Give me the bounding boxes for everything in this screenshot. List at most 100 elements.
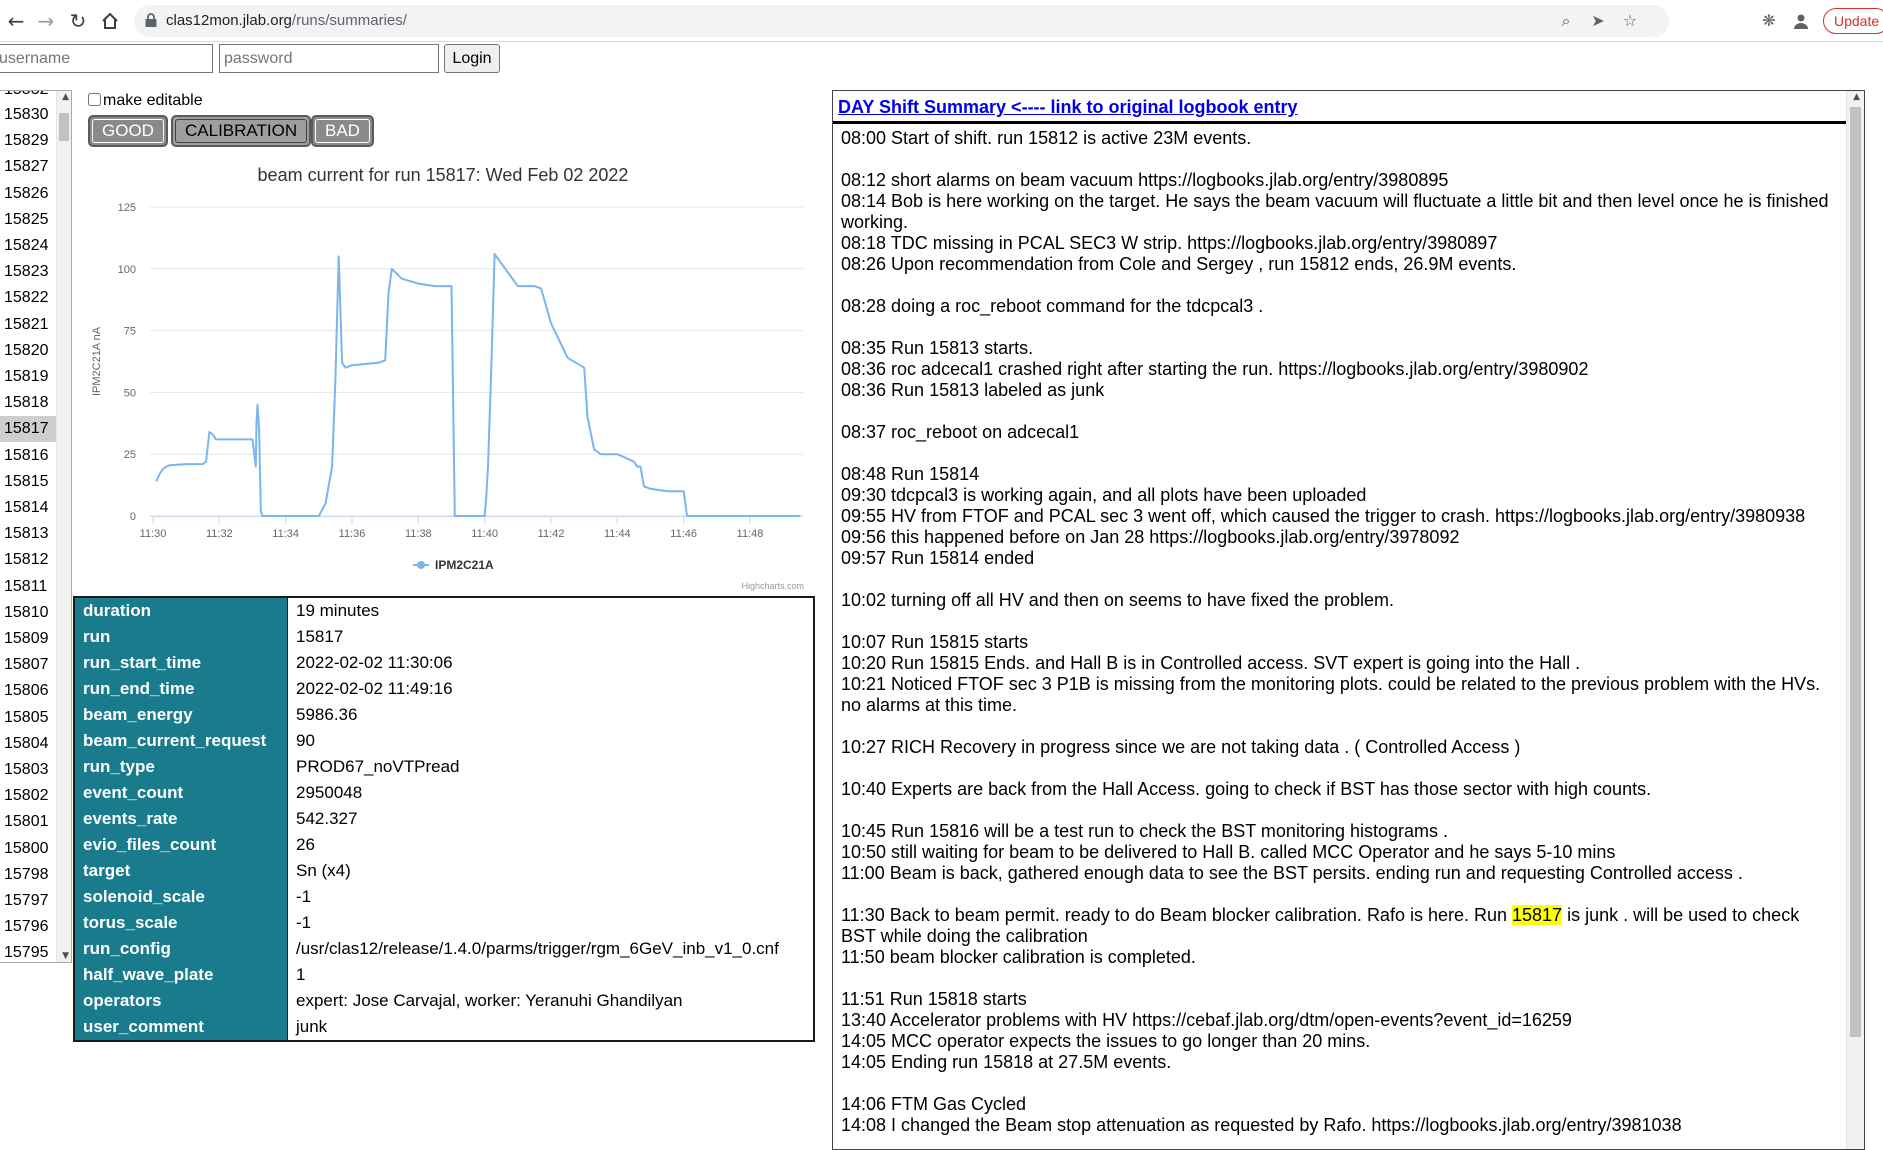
info-key: torus_scale [74,910,288,936]
scrollbar-thumb[interactable] [1850,107,1861,1037]
summary-line: 10:27 RICH Recovery in progress since we… [841,737,1521,757]
summary-paragraph: 08:28 doing a roc_reboot command for the… [841,296,1838,317]
x-tick-label: 11:32 [206,528,233,540]
username-input[interactable] [0,44,213,73]
back-icon[interactable]: ← [4,9,28,33]
summary-line: 11:00 Beam is back, gathered enough data… [841,863,1743,883]
extensions-icon[interactable]: ❋ [1758,10,1780,32]
summary-line: 08:36 Run 15813 labeled as junk [841,380,1105,400]
forward-icon[interactable]: → [34,9,58,33]
run-list-item[interactable]: 15823 [0,259,56,285]
profile-icon[interactable] [1790,10,1812,32]
run-list-item[interactable]: 15804 [0,731,56,757]
info-key: target [74,858,288,884]
summary-line: 10:07 Run 15815 starts [841,632,1029,652]
shift-summary-panel: DAY Shift Summary <---- link to original… [832,90,1865,1150]
run-list-item[interactable]: 15800 [0,836,56,862]
summary-paragraph: 10:27 RICH Recovery in progress since we… [841,737,1838,758]
logbook-entry-link[interactable]: DAY Shift Summary <---- link to original… [838,97,1298,118]
x-tick-label: 11:30 [140,528,167,540]
run-list-item[interactable]: 15825 [0,207,56,233]
info-row-run-start-time: run_start_time 2022-02-02 11:30:06 [74,650,814,676]
url-path: /runs/summaries/ [291,12,407,29]
run-list-item[interactable]: 15798 [0,862,56,888]
run-list-item[interactable]: 15822 [0,285,56,311]
summary-paragraph: 08:48 Run 15814 09:30 tdcpcal3 is working… [841,464,1838,569]
run-list-item[interactable]: 15805 [0,705,56,731]
run-list-item[interactable]: 15796 [0,914,56,940]
info-value: 542.327 [287,806,814,832]
run-list-item[interactable]: 15826 [0,181,56,207]
run-list-item[interactable]: 15820 [0,338,56,364]
scrollbar-thumb[interactable] [59,113,69,141]
run-list-item[interactable]: 15824 [0,233,56,259]
run-list-item[interactable]: 15827 [0,154,56,180]
scroll-down-icon[interactable]: ▼ [62,951,69,961]
run-list-item[interactable]: 15801 [0,809,56,835]
run-list-item[interactable]: 15795 [0,940,56,962]
summary-line: 08:12 short alarms on beam vacuum https:… [841,170,1449,190]
run-list-item[interactable]: 15815 [0,469,56,495]
run-list-item[interactable]: 15807 [0,652,56,678]
calibration-button[interactable]: CALIBRATION [171,115,312,147]
run-list-item[interactable]: 15814 [0,495,56,521]
make-editable-toggle[interactable]: make editable [88,92,203,110]
run-list-item[interactable]: 15830 [0,102,56,128]
info-value: 26 [287,832,814,858]
summary-line: 08:26 Upon recommendation from Cole and … [841,254,1517,274]
run-list-item[interactable]: 15821 [0,312,56,338]
run-list-item[interactable]: 15816 [0,443,56,469]
summary-scrollbar[interactable]: ▲ [1846,91,1864,1149]
run-list-item[interactable]: 15802 [0,783,56,809]
login-button[interactable]: Login [444,44,500,73]
run-list-item[interactable]: 15797 [0,888,56,914]
summary-line: 08:36 roc adcecal1 crashed right after s… [841,359,1589,379]
address-bar[interactable]: clas12mon.jlab.org/runs/summaries/ ⌕ ➤ ☆ [134,5,1669,37]
chart-title: beam current for run 15817: Wed Feb 02 2… [258,165,629,185]
run-list-scrollbar[interactable]: ▲ ▼ [56,91,71,962]
send-icon[interactable]: ➤ [1587,10,1609,32]
info-row-evio-files-count: evio_files_count 26 [74,832,814,858]
run-list-item[interactable]: 15817 [0,416,56,443]
x-tick-label: 11:38 [405,528,432,540]
scroll-up-icon[interactable]: ▲ [1853,92,1860,102]
summary-paragraph: 08:12 short alarms on beam vacuum https:… [841,170,1838,275]
x-tick-label: 11:40 [471,528,498,540]
run-list-item[interactable]: 15813 [0,521,56,547]
x-tick-label: 11:46 [670,528,697,540]
make-editable-checkbox[interactable] [88,93,101,106]
run-list-item[interactable]: 15829 [0,128,56,154]
update-button[interactable]: Update [1823,8,1883,34]
run-list-item[interactable]: 15811 [0,574,56,600]
run-list-item[interactable]: 15819 [0,364,56,390]
run-info-table: duration 19 minutes run 15817 run_start_time… [73,596,815,1042]
run-list-item[interactable]: 15818 [0,390,56,416]
scroll-up-icon[interactable]: ▲ [62,92,69,102]
run-list-item[interactable]: 15803 [0,757,56,783]
zoom-icon[interactable]: ⌕ [1555,10,1577,32]
info-key: evio_files_count [74,832,288,858]
run-list-item[interactable]: 15810 [0,600,56,626]
url-text: clas12mon.jlab.org/runs/summaries/ [166,12,407,29]
info-key: run [74,624,288,650]
good-button[interactable]: GOOD [88,115,168,147]
summary-line: 14:05 Ending run 15818 at 27.5M events. [841,1052,1172,1072]
run-list-item[interactable]: 15812 [0,547,56,573]
x-tick-label: 11:36 [339,528,366,540]
info-key: run_start_time [74,650,288,676]
run-list[interactable]: 1583215830158291582715826158251582415823… [0,90,72,963]
summary-line: 10:50 still waiting for beam to be deliv… [841,842,1616,862]
reload-icon[interactable]: ↻ [66,9,90,33]
password-input[interactable] [219,44,439,73]
run-list-item[interactable]: 15806 [0,678,56,704]
info-row-duration: duration 19 minutes [74,597,814,624]
summary-line: 08:00 Start of shift. run 15812 is activ… [841,128,1252,148]
legend-symbol-marker [417,561,425,569]
bad-button[interactable]: BAD [311,115,374,147]
run-list-item[interactable]: 15809 [0,626,56,652]
home-icon[interactable] [98,9,122,33]
info-row-run: run 15817 [74,624,814,650]
info-value: junk [287,1014,814,1041]
summary-line: 14:05 MCC operator expects the issues to… [841,1031,1371,1051]
star-icon[interactable]: ☆ [1619,10,1641,32]
